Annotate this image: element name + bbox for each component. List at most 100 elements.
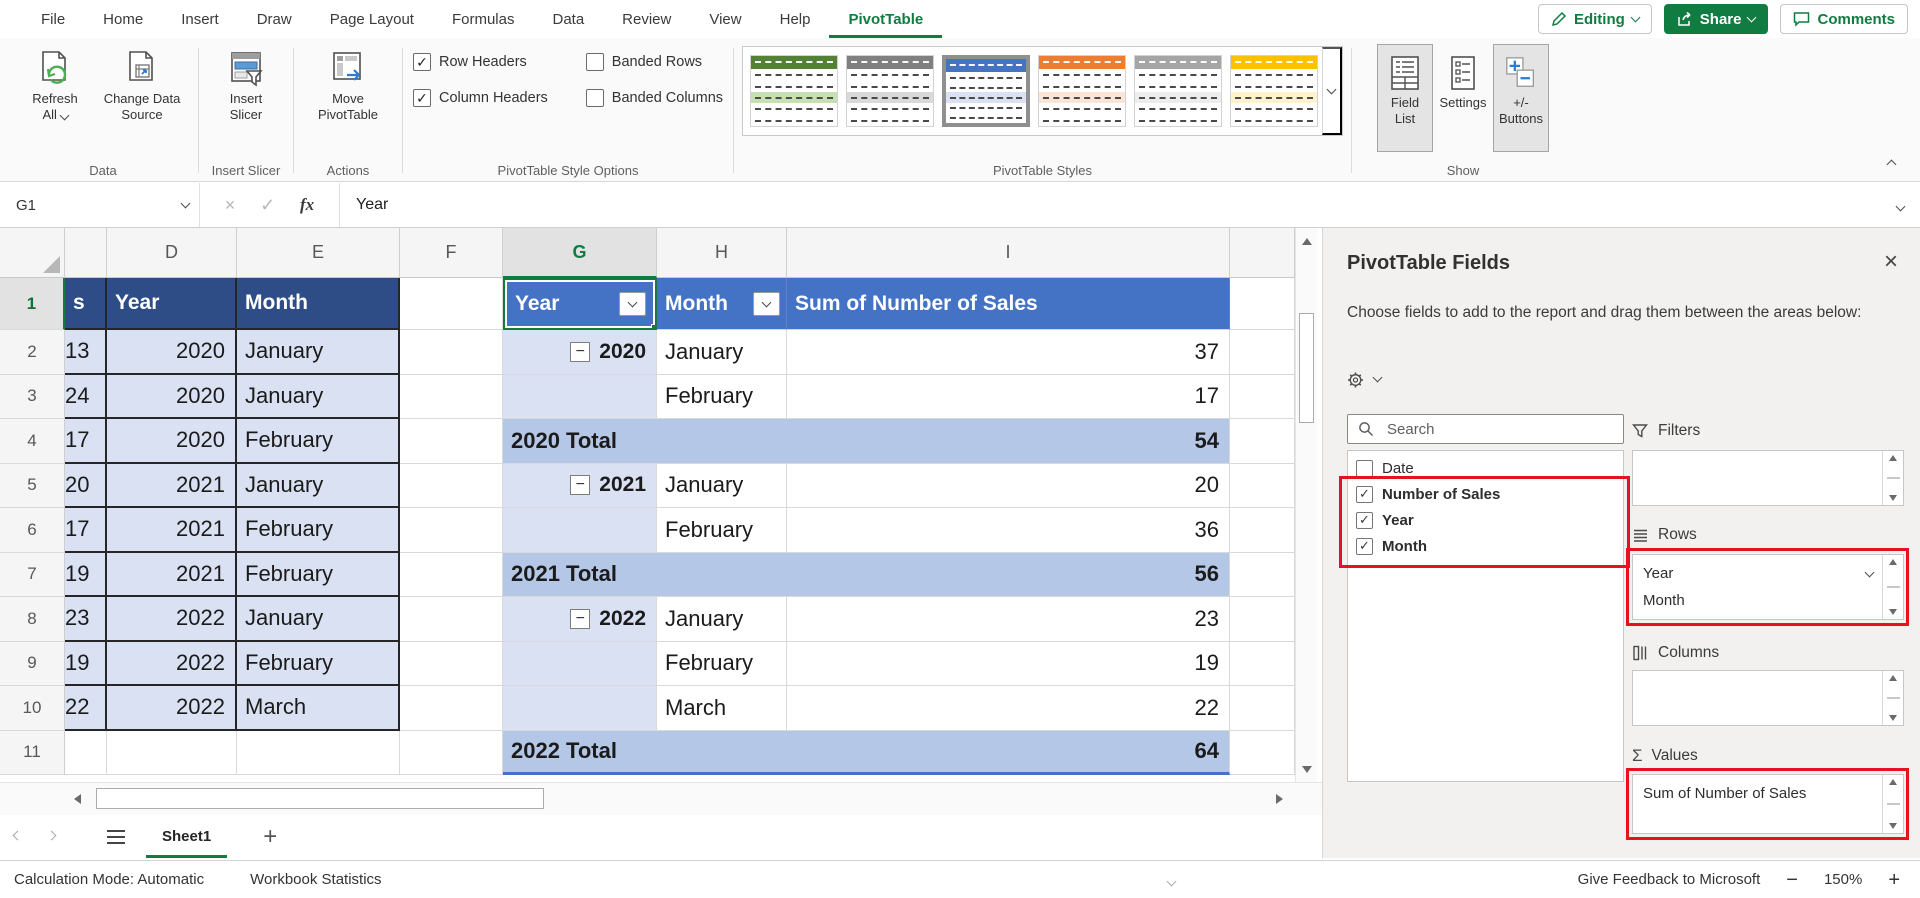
cell-H3[interactable]: February <box>657 374 787 419</box>
row-header-11[interactable]: 11 <box>0 730 65 775</box>
col-header-blank[interactable] <box>65 228 107 278</box>
cell-J1[interactable] <box>1230 278 1295 330</box>
checked-checkbox-icon[interactable]: ✓ <box>1356 485 1373 503</box>
status-expand-chevron[interactable] <box>1166 873 1177 888</box>
menu-tab-home[interactable]: Home <box>84 0 162 38</box>
cell-D6[interactable]: 2021 <box>107 508 237 553</box>
pivot-style-thumbnail-yellow[interactable] <box>1230 55 1318 127</box>
give-feedback-link[interactable]: Give Feedback to Microsoft <box>1578 871 1761 888</box>
cell-C11[interactable] <box>65 730 107 775</box>
menu-tab-insert[interactable]: Insert <box>162 0 238 38</box>
pivot-total-row-2022-total[interactable]: 2022 Total 64 <box>503 730 1230 775</box>
cell-H8[interactable]: January <box>657 597 787 642</box>
previous-sheet-button[interactable] <box>0 830 34 840</box>
cell-C6-clipped[interactable]: 17 <box>65 508 107 553</box>
name-box[interactable]: G1 <box>0 183 200 227</box>
workbook-statistics-button[interactable]: Workbook Statistics <box>250 871 381 888</box>
rows-area-item-year[interactable]: Year <box>1633 560 1903 587</box>
cell-G8[interactable]: −2022 <box>503 597 657 642</box>
cell-D3[interactable]: 2020 <box>107 374 237 419</box>
cell-J9[interactable] <box>1230 641 1295 686</box>
horizontal-scrollbar-thumb[interactable] <box>96 788 544 809</box>
col-header-I[interactable]: I <box>787 228 1230 278</box>
cell-F3[interactable] <box>400 374 503 419</box>
cell-E3[interactable]: January <box>237 374 400 419</box>
cell-I6[interactable]: 36 <box>787 508 1230 553</box>
menu-tab-pivottable[interactable]: PivotTable <box>829 0 942 38</box>
field-item-year[interactable]: ✓ Year <box>1348 507 1623 533</box>
style-option-banded-columns[interactable]: Banded Columns <box>585 86 723 110</box>
cell-E4[interactable]: February <box>237 419 400 464</box>
settings-button[interactable]: Settings <box>1435 44 1491 152</box>
calculation-mode-status[interactable]: Calculation Mode: Automatic <box>14 871 204 888</box>
cell-D2[interactable]: 2020 <box>107 330 237 375</box>
cell-I9[interactable]: 19 <box>787 641 1230 686</box>
values-area-item-sum-of-number-of-sales[interactable]: Sum of Number of Sales <box>1633 780 1903 807</box>
collapse-group-icon[interactable]: − <box>570 475 591 496</box>
columns-area-box[interactable] <box>1632 670 1904 726</box>
cell-D7[interactable]: 2021 <box>107 552 237 597</box>
cell-F7[interactable] <box>400 552 503 597</box>
scroll-up-button[interactable] <box>1296 228 1318 254</box>
cell-E10[interactable]: March <box>237 686 400 731</box>
style-option-row-headers[interactable]: ✓ Row Headers <box>412 50 548 74</box>
row-header-9[interactable]: 9 <box>0 641 65 686</box>
cell-I2[interactable]: 37 <box>787 330 1230 375</box>
pivot-style-thumbnail-blue[interactable] <box>942 55 1030 127</box>
col-header-blank[interactable] <box>1230 228 1295 278</box>
cell-E8[interactable]: January <box>237 597 400 642</box>
cell-I8[interactable]: 23 <box>787 597 1230 642</box>
cell-F6[interactable] <box>400 508 503 553</box>
vertical-scrollbar-thumb[interactable] <box>1299 313 1314 423</box>
change-data-source-button[interactable]: Change Data Source <box>94 42 190 124</box>
cell-J3[interactable] <box>1230 374 1295 419</box>
style-option-banded-rows[interactable]: Banded Rows <box>585 50 723 74</box>
cell-F4[interactable] <box>400 419 503 464</box>
add-sheet-button[interactable]: + <box>263 824 277 849</box>
menu-tab-help[interactable]: Help <box>761 0 830 38</box>
select-all-corner[interactable] <box>0 228 65 278</box>
cell-C7-clipped[interactable]: 19 <box>65 552 107 597</box>
close-pane-icon[interactable]: × <box>1884 250 1898 274</box>
cell-J2[interactable] <box>1230 330 1295 375</box>
cell-J10[interactable] <box>1230 686 1295 731</box>
refresh-all-button[interactable]: Refresh All <box>16 42 94 124</box>
pivot-style-thumbnail-gray[interactable] <box>846 55 934 127</box>
horizontal-scrollbar[interactable] <box>0 782 1322 815</box>
cell-C5-clipped[interactable]: 20 <box>65 463 107 508</box>
plus-minus-buttons-button[interactable]: +/- Buttons <box>1493 44 1549 152</box>
columns-area-scroll[interactable] <box>1882 671 1903 725</box>
cell-D9[interactable]: 2022 <box>107 641 237 686</box>
cell-E5[interactable]: January <box>237 463 400 508</box>
menu-tab-data[interactable]: Data <box>533 0 603 38</box>
cell-F2[interactable] <box>400 330 503 375</box>
all-sheets-menu-icon[interactable] <box>96 829 136 844</box>
checked-checkbox-icon[interactable]: ✓ <box>1356 537 1373 555</box>
cell-H2[interactable]: January <box>657 330 787 375</box>
field-item-date[interactable]: Date <box>1348 455 1623 481</box>
cell-J11[interactable] <box>1230 730 1295 775</box>
cell-C4-clipped[interactable]: 17 <box>65 419 107 464</box>
collapse-group-icon[interactable]: − <box>570 341 591 362</box>
cell-D4[interactable]: 2020 <box>107 419 237 464</box>
cell-F10[interactable] <box>400 686 503 731</box>
scroll-down-button[interactable] <box>1296 756 1318 782</box>
pivot-style-thumbnail-light-gray[interactable] <box>1134 55 1222 127</box>
col-header-G[interactable]: G <box>503 228 657 278</box>
row-header-4[interactable]: 4 <box>0 419 65 464</box>
field-list-button[interactable]: Field List <box>1377 44 1433 152</box>
col-header-D[interactable]: D <box>107 228 237 278</box>
unchecked-checkbox-icon[interactable] <box>1356 459 1373 477</box>
cell-H9[interactable]: February <box>657 641 787 686</box>
insert-slicer-button[interactable]: Insert Slicer <box>207 42 285 124</box>
cell-D5[interactable]: 2021 <box>107 463 237 508</box>
row-header-10[interactable]: 10 <box>0 686 65 731</box>
pivot-style-thumbnail-green[interactable] <box>750 55 838 127</box>
filters-area-box[interactable] <box>1632 450 1904 506</box>
row-header-7[interactable]: 7 <box>0 552 65 597</box>
pivot-total-row-2021-total[interactable]: 2021 Total 56 <box>503 552 1230 597</box>
cell-C9-clipped[interactable]: 19 <box>65 641 107 686</box>
cell-J5[interactable] <box>1230 463 1295 508</box>
col-header-F[interactable]: F <box>400 228 503 278</box>
row-header-1[interactable]: 1 <box>0 278 65 330</box>
